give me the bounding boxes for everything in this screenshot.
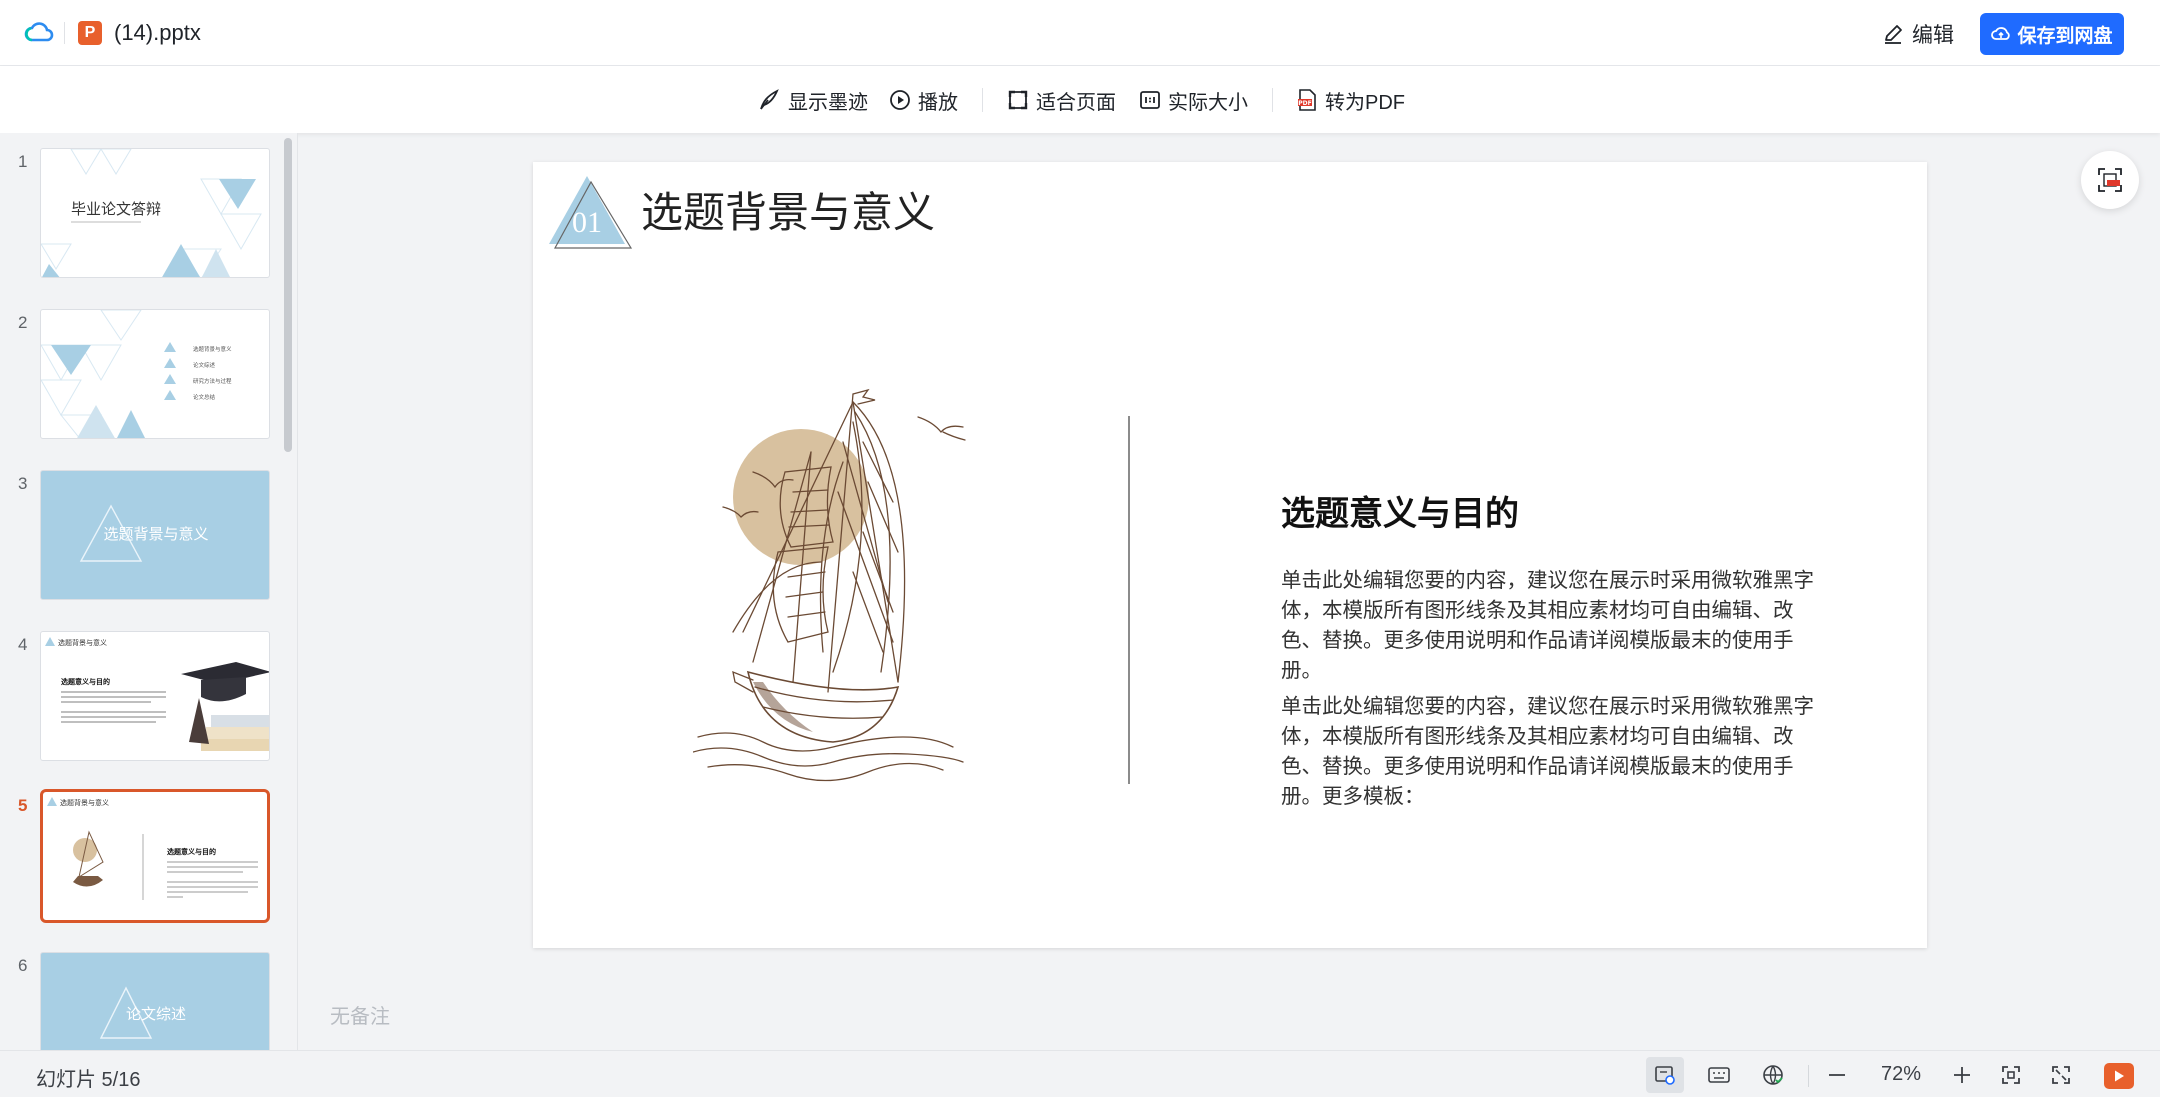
body-paragraph-1: 单击此处编辑您要的内容，建议您在展示时采用微软雅黑字体，本模版所有图形线条及其相… [1281,569,1814,682]
play-label: 播放 [918,91,958,114]
section-subtitle: 选题意义与目的 [1281,495,1519,533]
toolbar: 显示墨迹 播放 适合页面 实际大小 PDF 转为PDF [0,66,2160,133]
slide-thumbnail-5[interactable]: 选题背景与意义 选题意义与目的 [40,789,270,923]
thumbnail-graphic: 选题背景与意义 [79,504,209,562]
header-divider [64,22,65,44]
play-button[interactable]: 播放 [889,86,958,114]
thumbnail-menu-item: 研究方法与过程 [193,377,232,385]
keyboard-icon [1708,1067,1730,1083]
pdf-convert-float-button[interactable] [2081,151,2139,209]
thumbnail-title: 选题背景与意义 [60,798,109,807]
slide-counter: 幻灯片 5/16 [36,1069,141,1091]
keyboard-button[interactable] [1700,1057,1738,1093]
slide-title: 选题背景与意义 [641,189,936,236]
one-to-one-icon [1140,91,1160,109]
plus-icon [1954,1067,1970,1083]
file-name: (14).pptx [114,20,201,45]
thumbnail-graphic: 选题背景与意义 选题意义与目的 [45,637,269,751]
thumbnail-menu-item: 论文总结 [193,393,216,401]
actual-size-label: 实际大小 [1168,91,1248,114]
save-label: 保存到网盘 [2017,25,2113,47]
show-ink-label: 显示墨迹 [788,91,868,114]
save-to-cloud-button[interactable]: 保存到网盘 [1980,13,2124,55]
cloud-icon[interactable] [24,20,54,46]
thumbnail-graphic: 论文综述 [99,986,186,1039]
section-number-badge: 01 [549,176,633,249]
slideshow-play-button[interactable] [2104,1063,2134,1089]
fit-page-icon [1008,90,1028,110]
slide-thumbnail-3[interactable]: 选题背景与意义 [40,470,270,600]
thumbnail-number: 6 [18,956,28,975]
convert-pdf-label: 转为PDF [1325,91,1405,114]
thumbnail-subtitle: 选题意义与目的 [167,847,216,856]
thumbnail-number: 1 [18,152,28,171]
fit-page-button[interactable]: 适合页面 [1007,86,1116,114]
thumbnail-number: 2 [18,313,28,332]
cloud-upload-icon [1991,27,2011,40]
thumbnail-number: 5 [18,796,28,815]
svg-text:PDF: PDF [1298,100,1311,107]
quill-icon [760,89,779,110]
fit-page-label: 适合页面 [1036,91,1116,114]
edit-button[interactable]: 编辑 [1882,18,1954,50]
status-bar: 幻灯片 5/16 72% [0,1050,2160,1097]
top-bar: P (14).pptx 编辑 保存到网盘 [0,0,2160,66]
convert-pdf-button[interactable]: PDF 转为PDF [1296,86,1405,114]
focus-frame-icon [2002,1066,2020,1084]
pdf-scan-icon [2098,168,2122,192]
thumbnail-title: 毕业论文答辩 [71,201,161,218]
pdf-file-icon: PDF [1298,89,1316,111]
pencil-icon [1885,25,1902,44]
thumbnail-graphic: 毕业论文答辩 [41,149,262,277]
fullscreen-button[interactable] [2042,1057,2080,1093]
slide-canvas[interactable]: 01 选题背景与意义 选题意义与目的 单击此处编辑您要的内容，建议您在展示时采用… [533,162,1927,948]
show-ink-button[interactable]: 显示墨迹 [757,86,868,114]
speaker-notes[interactable]: 无备注 [330,1000,390,1029]
play-circle-icon [890,90,910,110]
edit-label: 编辑 [1912,24,1954,47]
body-paragraph-2: 单击此处编辑您要的内容，建议您在展示时采用微软雅黑字体，本模版所有图形线条及其相… [1281,695,1814,808]
actual-size-button[interactable]: 实际大小 [1139,86,1248,114]
ppt-icon: P [78,21,102,45]
thumbnail-graphic: 选题背景与意义 论文综述 研究方法与过程 论文总结 [41,310,232,438]
thumbnail-subtitle: 选题意义与目的 [61,677,110,686]
thumbnail-menu-item: 论文综述 [193,361,216,369]
slide-thumbnail-2[interactable]: 选题背景与意义 论文综述 研究方法与过程 论文总结 [40,309,270,439]
slide-thumbnail-panel[interactable]: 1 毕业论文答辩 2 选题背景与意义 论文综述 研究方法与过程 论文总结 3 选… [0,133,298,1050]
toolbar-separator [1272,88,1273,112]
thumbnail-graphic: 选题背景与意义 选题意义与目的 [47,797,258,900]
thumbnail-scrollbar[interactable] [284,138,292,452]
zoom-out-button[interactable] [1818,1057,1856,1093]
content-divider [1128,416,1130,784]
slide-thumbnail-4[interactable]: 选题背景与意义 选题意义与目的 [40,631,270,761]
section-number: 01 [572,206,602,239]
thumbnail-title: 论文综述 [126,1006,186,1023]
thumbnail-menu-item: 选题背景与意义 [193,345,232,353]
minus-icon [1829,1074,1845,1076]
slide-thumbnail-6[interactable]: 论文综述 [40,952,270,1050]
notes-view-icon [1655,1066,1675,1085]
fit-screen-button[interactable] [1992,1057,2030,1093]
zoom-in-button[interactable] [1943,1057,1981,1093]
thumbnail-title: 选题背景与意义 [58,638,107,647]
language-button[interactable] [1754,1057,1792,1093]
notes-view-button[interactable] [1646,1057,1684,1093]
status-separator [1808,1065,1809,1087]
zoom-level[interactable]: 72% [1876,1063,1926,1086]
thumbnail-number: 3 [18,474,28,493]
expand-icon [2052,1066,2070,1084]
globe-icon [1763,1065,1783,1085]
slide-thumbnail-1[interactable]: 毕业论文答辩 [40,148,270,278]
thumbnail-title: 选题背景与意义 [103,525,208,543]
toolbar-separator [982,88,983,112]
thumbnail-number: 4 [18,635,28,654]
sailing-ship-illustration [693,388,966,782]
play-icon [2115,1070,2124,1082]
